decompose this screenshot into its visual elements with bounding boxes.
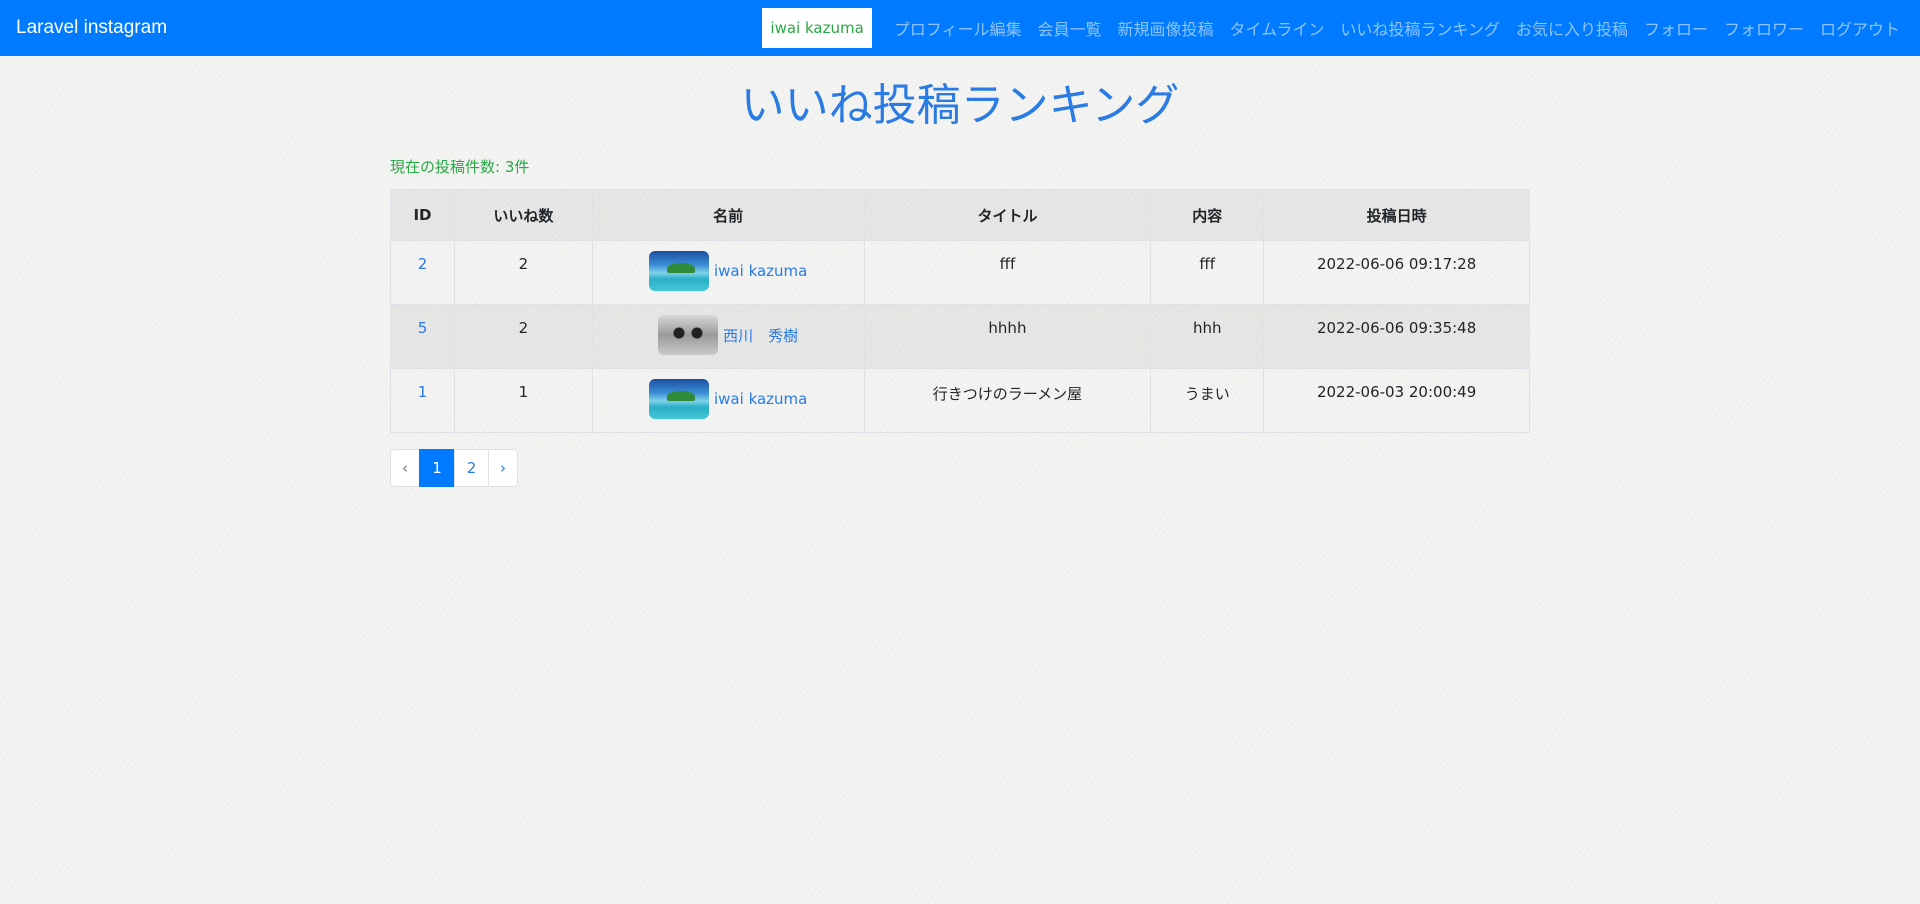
user-name-link[interactable]: 西川 秀樹	[723, 325, 798, 346]
nav-current-user[interactable]: iwai kazuma	[762, 8, 872, 48]
post-id-link[interactable]: 1	[418, 383, 428, 401]
nav-menu: iwai kazuma プロフィール編集 会員一覧 新規画像投稿 タイムライン …	[762, 8, 1908, 48]
user-cell: iwai kazuma	[594, 379, 863, 419]
pagination-page-2[interactable]: 2	[454, 449, 489, 487]
main-container: いいね投稿ランキング 現在の投稿件数: 3件 ID いいね数 名前 タイトル 内…	[390, 76, 1530, 487]
post-title: fff	[863, 240, 1152, 305]
table-row: 1 1 iwai kazuma 行きつけのラーメン屋 うまい 2022-06-0…	[390, 368, 1530, 433]
like-count: 2	[453, 304, 593, 369]
like-count: 2	[453, 240, 593, 305]
post-date: 2022-06-06 09:17:28	[1263, 240, 1530, 305]
navbar: Laravel instagram iwai kazuma プロフィール編集 会…	[0, 0, 1920, 56]
post-content: うまい	[1150, 368, 1265, 433]
table-header-row: ID いいね数 名前 タイトル 内容 投稿日時	[390, 189, 1530, 241]
post-content: hhh	[1150, 304, 1265, 369]
post-date: 2022-06-03 20:00:49	[1263, 368, 1530, 433]
post-title: 行きつけのラーメン屋	[863, 368, 1152, 433]
user-cell: iwai kazuma	[594, 251, 863, 291]
pagination: ‹ 1 2 ›	[390, 449, 1530, 487]
nav-link-member-list[interactable]: 会員一覧	[1029, 16, 1109, 40]
header-title: タイトル	[863, 189, 1152, 241]
avatar-image[interactable]	[658, 315, 719, 355]
ranking-table: ID いいね数 名前 タイトル 内容 投稿日時 2 2 iwai kazuma …	[390, 189, 1530, 433]
post-content: fff	[1150, 240, 1265, 305]
nav-link-profile-edit[interactable]: プロフィール編集	[886, 16, 1030, 40]
avatar-image[interactable]	[649, 379, 709, 419]
nav-link-followers[interactable]: フォロワー	[1716, 16, 1812, 40]
user-name-link[interactable]: iwai kazuma	[714, 390, 807, 408]
header-name: 名前	[591, 189, 865, 241]
pagination-page-1[interactable]: 1	[419, 449, 455, 487]
post-id-link[interactable]: 5	[418, 319, 428, 337]
post-title: hhhh	[863, 304, 1152, 369]
nav-link-follow[interactable]: フォロー	[1636, 16, 1716, 40]
table-row: 5 2 西川 秀樹 hhhh hhh 2022-06-06 09:35:48	[390, 304, 1530, 369]
nav-link-logout[interactable]: ログアウト	[1812, 16, 1908, 40]
post-count-text: 現在の投稿件数: 3件	[390, 158, 530, 176]
table-row: 2 2 iwai kazuma fff fff 2022-06-06 09:17…	[390, 240, 1530, 305]
nav-link-timeline[interactable]: タイムライン	[1222, 16, 1333, 40]
post-date: 2022-06-06 09:35:48	[1263, 304, 1530, 369]
pagination-next-button[interactable]: ›	[488, 449, 518, 487]
nav-link-favorites[interactable]: お気に入り投稿	[1508, 16, 1636, 40]
avatar-image[interactable]	[649, 251, 709, 291]
nav-link-new-post[interactable]: 新規画像投稿	[1110, 16, 1222, 40]
header-id: ID	[390, 189, 455, 241]
like-count: 1	[453, 368, 593, 433]
post-id-link[interactable]: 2	[418, 255, 428, 273]
nav-link-like-ranking[interactable]: いいね投稿ランキング	[1332, 16, 1508, 40]
page-title: いいね投稿ランキング	[740, 80, 1180, 131]
pagination-prev-button[interactable]: ‹	[390, 449, 420, 487]
user-cell: 西川 秀樹	[594, 315, 863, 355]
brand-link[interactable]: Laravel instagram	[16, 17, 167, 39]
header-content: 内容	[1150, 189, 1265, 241]
user-name-link[interactable]: iwai kazuma	[714, 262, 807, 280]
header-date: 投稿日時	[1263, 189, 1530, 241]
header-likes: いいね数	[453, 189, 593, 241]
